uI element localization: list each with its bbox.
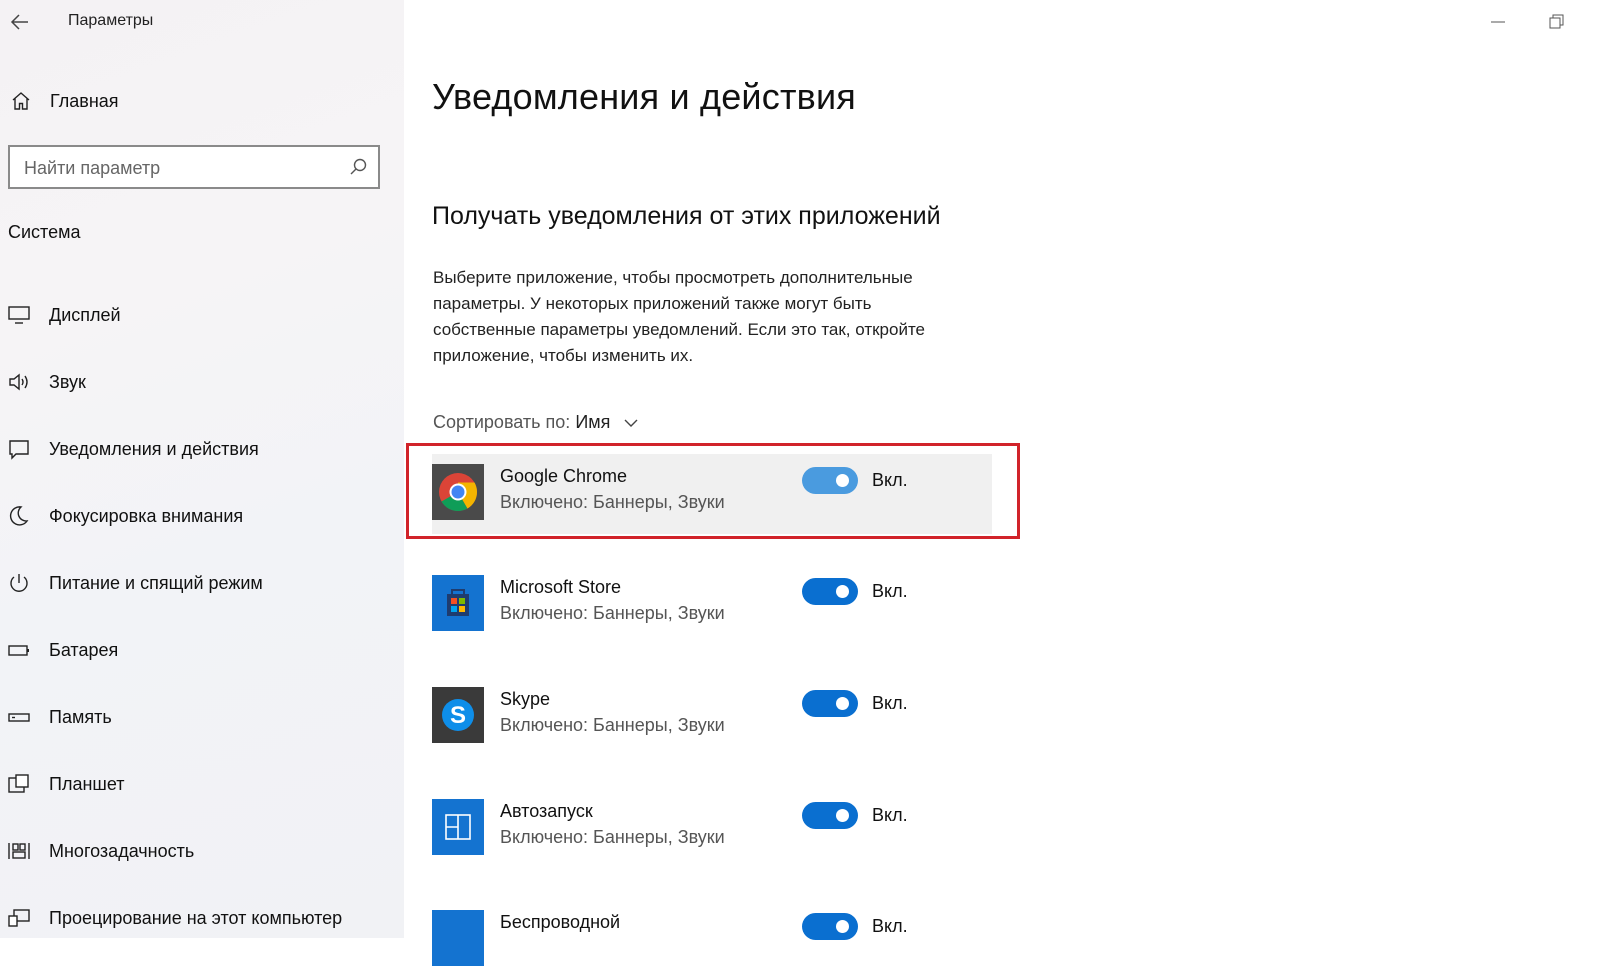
sidebar-item-label: Питание и спящий режим (49, 573, 263, 593)
microsoft-store-icon (432, 575, 484, 631)
speaker-icon (9, 373, 28, 391)
toggle-knob (836, 809, 849, 822)
toggle-state-label: Вкл. (872, 693, 908, 713)
chrome-icon (432, 464, 484, 520)
sidebar-item-label: Многозадачность (49, 841, 195, 861)
sidebar-item-label: Батарея (49, 640, 119, 660)
sidebar-item-battery[interactable]: Батарея (0, 630, 404, 670)
sidebar-item-label: Планшет (49, 774, 125, 794)
toggle-state-label: Вкл. (872, 581, 908, 601)
sidebar-item-label: Память (49, 707, 112, 727)
battery-icon (8, 645, 29, 656)
toggle-knob (836, 920, 849, 933)
notifications-toggle[interactable] (802, 690, 858, 717)
svg-text:S: S (450, 702, 466, 729)
search-box[interactable] (8, 145, 380, 189)
sort-dropdown[interactable]: Сортировать по: Имя (433, 412, 639, 433)
toggle-knob (836, 474, 849, 487)
sort-label: Сортировать по: (433, 412, 571, 432)
minimize-icon (1491, 21, 1505, 23)
sidebar-item-label: Главная (50, 91, 119, 111)
sidebar-item-power-sleep[interactable]: Питание и спящий режим (0, 563, 404, 603)
page-title: Уведомления и действия (432, 76, 856, 117)
back-arrow-icon (10, 14, 28, 30)
sidebar-item-label: Дисплей (49, 305, 121, 325)
sidebar: Параметры Главная Система Дисплей Звук (0, 0, 404, 938)
restore-icon (1549, 14, 1564, 29)
sidebar-item-display[interactable]: Дисплей (0, 295, 404, 335)
notifications-toggle[interactable] (802, 913, 858, 940)
wireless-icon (432, 910, 484, 966)
toggle-state-label: Вкл. (872, 470, 908, 490)
restore-button[interactable] (1545, 12, 1567, 32)
app-status: Включено: Баннеры, Звуки (500, 827, 725, 847)
app-status: Включено: Баннеры, Звуки (500, 603, 725, 623)
sidebar-item-label: Проецирование на этот компьютер (49, 908, 343, 928)
sidebar-item-notifications[interactable]: Уведомления и действия (0, 429, 404, 469)
toggle-knob (836, 585, 849, 598)
app-name: Microsoft Store (500, 577, 622, 597)
autoplay-icon (432, 799, 484, 855)
app-item-skype[interactable]: S Skype Включено: Баннеры, Звуки Вкл. (432, 677, 992, 757)
app-item-autoplay[interactable]: Автозапуск Включено: Баннеры, Звуки Вкл. (432, 789, 992, 869)
projecting-icon (8, 909, 30, 927)
minimize-button[interactable] (1487, 12, 1509, 32)
app-status: Включено: Баннеры, Звуки (500, 715, 725, 735)
sidebar-item-focus-assist[interactable]: Фокусировка внимания (0, 496, 404, 536)
app-item-microsoft-store[interactable]: Microsoft Store Включено: Баннеры, Звуки… (432, 565, 992, 645)
sidebar-item-sound[interactable]: Звук (0, 362, 404, 402)
app-item-google-chrome[interactable]: Google Chrome Включено: Баннеры, Звуки В… (432, 454, 992, 534)
sidebar-item-label: Фокусировка внимания (49, 506, 244, 526)
section-title: Получать уведомления от этих приложений (432, 202, 941, 230)
sidebar-item-tablet[interactable]: Планшет (0, 764, 404, 804)
sidebar-item-label: Уведомления и действия (49, 439, 259, 459)
tablet-icon (8, 774, 29, 793)
monitor-icon (8, 306, 30, 324)
toggle-state-label: Вкл. (872, 916, 908, 936)
sidebar-item-storage[interactable]: Память (0, 697, 404, 737)
skype-icon: S (432, 687, 484, 743)
search-icon[interactable] (348, 157, 368, 177)
toggle-state-label: Вкл. (872, 805, 908, 825)
app-status: Включено: Баннеры, Звуки (500, 492, 725, 512)
sidebar-item-home[interactable]: Главная (0, 86, 404, 116)
app-title: Параметры (68, 12, 154, 29)
notifications-toggle[interactable] (802, 467, 858, 494)
description-text: Выберите приложение, чтобы просмотреть д… (433, 268, 926, 365)
app-item-wireless[interactable]: Беспроводной Вкл. (432, 900, 992, 980)
notifications-toggle[interactable] (802, 578, 858, 605)
moon-icon (9, 506, 29, 526)
multitasking-icon (8, 843, 30, 859)
sidebar-item-label: Звук (49, 372, 86, 392)
search-input[interactable] (22, 147, 346, 189)
power-icon (10, 574, 28, 592)
sidebar-item-projecting[interactable]: Проецирование на этот компьютер (0, 898, 404, 938)
home-icon (12, 92, 30, 110)
app-name: Беспроводной (500, 912, 621, 932)
toggle-knob (836, 697, 849, 710)
app-name: Автозапуск (500, 801, 593, 821)
app-name: Google Chrome (500, 466, 628, 486)
app-name: Skype (500, 689, 551, 709)
storage-icon (8, 713, 30, 722)
sidebar-item-multitasking[interactable]: Многозадачность (0, 831, 404, 871)
notification-icon (9, 440, 29, 460)
sort-value: Имя (575, 412, 611, 432)
notifications-toggle[interactable] (802, 802, 858, 829)
section-label: Система (8, 222, 81, 242)
chevron-down-icon (624, 419, 638, 428)
back-button[interactable] (8, 10, 34, 34)
